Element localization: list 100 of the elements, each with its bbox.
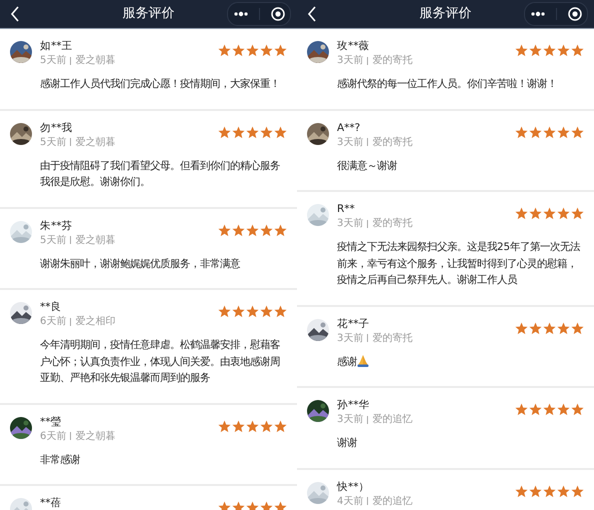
star-icon — [557, 44, 570, 57]
user-name: R** — [337, 202, 356, 217]
user-name: **良 — [40, 300, 62, 315]
star-icon — [515, 207, 528, 220]
service-category: 爱的追忆 — [372, 494, 412, 508]
review-time: 5天前 — [40, 136, 66, 148]
service-category: 爱的追忆 — [372, 413, 412, 426]
more-icon[interactable] — [233, 11, 250, 17]
review-text: 感谢代祭的每一位工作人员。你们辛苦啦！谢谢！ — [337, 78, 557, 90]
star-icon — [571, 322, 584, 334]
service-category: 爱之朝暮 — [75, 430, 116, 442]
review-text: 很满意～谢谢 — [337, 160, 397, 172]
star-icon — [571, 126, 584, 138]
review-time: 3天前 — [337, 136, 364, 148]
star-icon — [557, 322, 570, 334]
star-icon — [218, 305, 231, 318]
star-icon — [218, 224, 231, 236]
service-category: 爱的寄托 — [372, 54, 412, 67]
user-name: 勿**我 — [40, 120, 74, 136]
star-icon — [557, 403, 570, 416]
service-category: 爱之朝暮 — [75, 54, 116, 67]
review-text: 谢谢 — [337, 437, 357, 449]
star-icon — [232, 305, 245, 318]
star-icon — [260, 224, 273, 236]
star-icon — [218, 126, 231, 138]
user-name: 玫**薇 — [337, 39, 370, 54]
star-icon — [529, 403, 542, 416]
user-name: **瑩 — [40, 414, 62, 430]
star-icon — [529, 207, 542, 220]
star-icon — [260, 44, 273, 57]
review-text: 今年清明期间，疫情任意肆虐。松鹤温馨安排，慰藉客户心怀；认真负责作业，体现人间关爱。由衷地感谢周亚勤、严艳和张先银温馨而周到的服务 — [40, 339, 280, 384]
page-title: 服务评价 — [122, 5, 176, 23]
user-name: 花**子 — [337, 316, 370, 332]
star-icon — [571, 403, 584, 416]
star-icon — [571, 207, 584, 220]
review-text: 非常感谢 — [40, 454, 80, 466]
review-text: 感谢工作人员代我们完成心愿！疫情期间，大家保重！ — [40, 78, 280, 90]
star-icon — [218, 420, 231, 432]
back-icon[interactable] — [307, 6, 317, 22]
star-icon — [515, 484, 528, 498]
service-category: 爱之相印 — [75, 315, 116, 328]
star-icon — [529, 322, 542, 334]
review-time: 3天前 — [337, 217, 364, 230]
star-icon — [232, 126, 245, 138]
star-icon — [274, 420, 287, 432]
star-icon — [557, 207, 570, 220]
star-icon — [571, 484, 584, 498]
star-icon — [529, 126, 542, 138]
star-icon — [246, 44, 259, 57]
star-icon — [260, 126, 273, 138]
service-category: 爱的寄托 — [372, 217, 412, 230]
close-icon[interactable] — [568, 7, 582, 21]
review-time: 5天前 — [40, 234, 66, 246]
star-icon — [274, 224, 287, 236]
star-icon — [557, 126, 570, 138]
star-icon — [543, 403, 556, 416]
star-icon — [246, 126, 259, 138]
service-category: 爱之朝暮 — [75, 234, 116, 246]
star-icon — [274, 44, 287, 57]
star-icon — [543, 322, 556, 334]
review-time: 4天前 — [337, 494, 364, 508]
review-time: 6天前 — [40, 430, 66, 442]
star-icon — [232, 224, 245, 236]
user-name: **蓓 — [40, 496, 62, 510]
close-icon[interactable] — [270, 7, 285, 21]
star-icon — [515, 126, 528, 138]
star-icon — [246, 224, 259, 236]
service-category: 爱之朝暮 — [75, 136, 116, 148]
review-text: 由于疫情阻碍了我们看望父母。但看到你们的精心服务我很是欣慰。谢谢你们。 — [40, 160, 280, 188]
star-icon — [232, 420, 245, 432]
user-name: 孙**华 — [337, 398, 370, 413]
star-icon — [529, 484, 542, 498]
star-icon — [543, 484, 556, 498]
star-icon — [543, 207, 556, 220]
star-icon — [543, 126, 556, 138]
star-icon — [246, 420, 259, 432]
star-icon — [260, 305, 273, 318]
review-time: 6天前 — [40, 315, 66, 328]
star-icon — [515, 403, 528, 416]
back-icon[interactable] — [10, 6, 20, 22]
star-icon — [571, 44, 584, 57]
user-name: 朱**芬 — [40, 218, 74, 234]
review-text: 感谢 — [337, 356, 357, 368]
review-time: 3天前 — [337, 413, 364, 426]
more-icon[interactable] — [530, 11, 546, 17]
star-icon — [529, 44, 542, 57]
star-icon — [515, 322, 528, 334]
user-name: 快**） — [337, 480, 370, 494]
user-name: 如**王 — [40, 39, 74, 54]
star-icon — [218, 44, 231, 57]
review-text: 谢谢朱丽叶，谢谢鲍娓娓优质服务，非常满意 — [40, 258, 240, 270]
user-name: A**? — [337, 120, 362, 136]
star-icon — [274, 305, 287, 318]
star-icon — [274, 126, 287, 138]
review-time: 3天前 — [337, 332, 364, 344]
service-category: 爱的寄托 — [372, 136, 412, 148]
service-category: 爱的寄托 — [372, 332, 412, 344]
review-time: 3天前 — [337, 54, 364, 67]
page-title: 服务评价 — [418, 5, 472, 23]
star-icon — [260, 420, 273, 432]
